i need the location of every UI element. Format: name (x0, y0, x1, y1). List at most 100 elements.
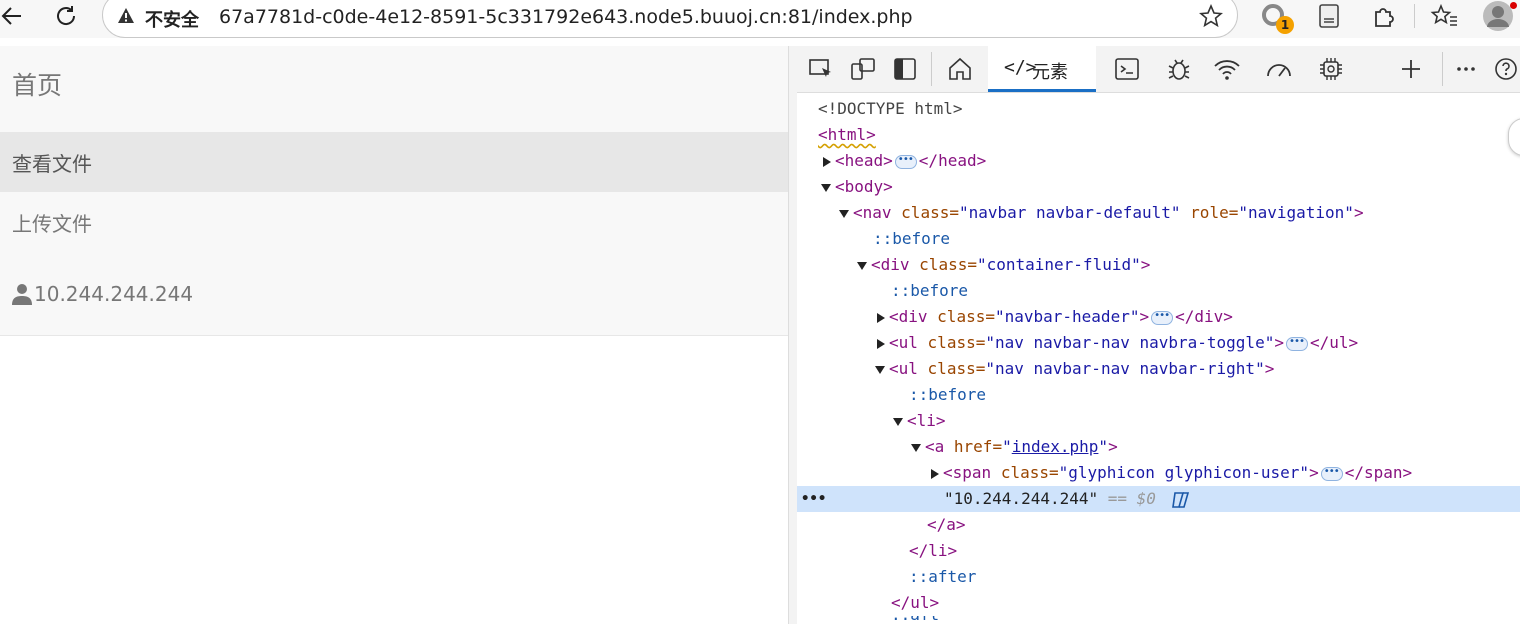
nav-tag: <nav (853, 203, 892, 222)
devtools-panel: </> 元素 <!DOCTYPE html> <html> <head>••• … (797, 46, 1520, 624)
attr-name: role= (1190, 203, 1239, 222)
expand-triangle-icon[interactable] (877, 338, 885, 349)
collapsed-ellipsis-icon[interactable] (1285, 329, 1308, 355)
dom-node-html[interactable]: <html> (797, 122, 1520, 148)
span-close-tag: </span> (1344, 463, 1413, 482)
dom-node-li-close[interactable]: </li> (797, 538, 1520, 564)
collapse-triangle-icon[interactable] (911, 443, 921, 452)
device-emulation-button[interactable] (849, 55, 877, 83)
dom-node-span[interactable]: <span class="glyphicon glyphicon-user"> <… (797, 459, 1520, 486)
collapse-triangle-icon[interactable] (839, 209, 849, 218)
dom-node-body[interactable]: <body> (797, 174, 1520, 200)
tag-close-bracket: > (1309, 463, 1319, 482)
user-ip-link[interactable]: 10.244.244.244 (12, 282, 193, 306)
dom-node-ul-right[interactable]: <ul class="nav navbar-nav navbar-right"> (797, 356, 1520, 382)
attr-value: "container-fluid" (976, 255, 1141, 274)
collapse-triangle-icon[interactable] (821, 183, 831, 192)
notification-dot (1510, 2, 1517, 9)
favorites-button[interactable] (1428, 0, 1460, 32)
address-bar[interactable]: 不安全 67a7781d-c0de-4e12-8591-5c331792e643… (102, 0, 1238, 38)
tab-network[interactable] (1213, 55, 1241, 83)
tab-memory[interactable] (1317, 55, 1345, 83)
reload-icon (57, 6, 76, 25)
dock-side-button[interactable] (891, 55, 919, 83)
document-icon (1319, 4, 1339, 28)
collapse-triangle-icon[interactable] (893, 417, 903, 426)
toolbar-separator (931, 52, 932, 86)
more-tabs-button[interactable] (1397, 55, 1425, 83)
dom-node-ul-toggle[interactable]: <ul class="nav navbar-nav navbra-toggle"… (797, 329, 1520, 356)
copilot-icon[interactable] (1170, 490, 1192, 510)
url-text[interactable]: 67a7781d-c0de-4e12-8591-5c331792e643.nod… (219, 6, 913, 28)
user-ip-text: 10.244.244.244 (34, 282, 194, 306)
dom-node-li[interactable]: <li> (797, 408, 1520, 434)
dom-node-ul-close[interactable]: </ul> (797, 590, 1520, 616)
tag-close-bracket: > (1108, 437, 1118, 456)
puzzle-icon (1375, 8, 1394, 27)
warning-icon (118, 8, 134, 23)
dom-node-a-close[interactable]: </a> (797, 512, 1520, 538)
favorite-star-icon[interactable] (1199, 4, 1223, 28)
tab-sources[interactable] (1165, 55, 1193, 83)
collapse-triangle-icon[interactable] (875, 365, 885, 374)
active-tab-indicator (988, 89, 1096, 92)
dom-node-a[interactable]: <a href="index.php"> (797, 434, 1520, 460)
back-button[interactable] (0, 0, 28, 32)
dom-node-text-selected[interactable]: ••• "10.244.244.244" == $0 (797, 486, 1520, 512)
nav-item-view-files[interactable]: 查看文件 (0, 132, 788, 192)
devtools-toolbar: </> 元素 (797, 46, 1520, 93)
expand-triangle-icon[interactable] (823, 156, 831, 167)
reading-view-button[interactable] (1313, 0, 1345, 32)
dom-node-before[interactable]: ::before (797, 382, 1520, 408)
expand-triangle-icon[interactable] (877, 312, 885, 323)
dom-node-partial[interactable]: ::aft (797, 616, 1520, 624)
expand-triangle-icon[interactable] (931, 468, 939, 479)
toolbar-separator (1414, 4, 1415, 28)
dom-node-container[interactable]: <div class="container-fluid"> (797, 252, 1520, 278)
collapsed-ellipsis-icon[interactable] (894, 147, 917, 173)
dom-node-doctype[interactable]: <!DOCTYPE html> (797, 96, 1520, 122)
tag-close-bracket: > (1353, 203, 1364, 222)
help-icon (1495, 58, 1517, 80)
dom-node-after[interactable]: ::after (797, 564, 1520, 590)
attr-name: class= (927, 333, 986, 352)
dom-node-before[interactable]: ::before (797, 278, 1520, 304)
dom-node-navbar-header[interactable]: <div class="navbar-header"> </div> (797, 303, 1520, 330)
help-button[interactable] (1492, 55, 1520, 83)
navbar-brand[interactable]: 首页 (12, 66, 62, 102)
tag-close-bracket: > (1140, 255, 1151, 274)
tab-console[interactable] (1113, 55, 1141, 83)
navbar: 首页 查看文件 上传文件 10.244.244.244 (0, 46, 788, 336)
dom-node-head[interactable]: <head> </head> (797, 147, 1520, 174)
attr-quote: " (1098, 437, 1109, 456)
body-open-tag: <body> (835, 177, 893, 196)
collapsed-ellipsis-icon[interactable] (1320, 459, 1343, 485)
devtools-menu-button[interactable] (1452, 55, 1480, 83)
tab-elements[interactable]: </> 元素 (988, 46, 1096, 92)
href-link[interactable]: index.php (1012, 437, 1099, 456)
div-tag: <div (889, 307, 928, 326)
collapsed-ellipsis-icon[interactable] (1151, 303, 1174, 329)
console-icon (1115, 58, 1139, 80)
security-label[interactable]: 不安全 (145, 6, 199, 32)
dom-node-before[interactable]: ::before (797, 226, 1520, 252)
tab-welcome[interactable] (946, 55, 974, 83)
pseudo-element: ::before (909, 385, 987, 404)
attr-name: class= (919, 255, 977, 274)
tab-performance[interactable] (1265, 55, 1293, 83)
plus-icon (1402, 60, 1420, 78)
devtools-splitter[interactable] (788, 46, 797, 624)
ul-tag: <ul (889, 359, 918, 378)
inspect-button[interactable] (807, 55, 835, 83)
reload-button[interactable] (50, 0, 82, 32)
attr-value: "glyphicon glyphicon-user" (1058, 463, 1310, 482)
pseudo-element: ::aft (891, 616, 939, 624)
attr-name: class= (1000, 463, 1059, 482)
dom-node-nav[interactable]: <nav class="navbar navbar-default" role=… (797, 200, 1520, 226)
nav-item-label: 查看文件 (12, 152, 92, 176)
attr-value: "nav navbar-nav navbar-right" (985, 359, 1265, 378)
nav-item-upload-file[interactable]: 上传文件 (0, 192, 788, 252)
collapse-triangle-icon[interactable] (857, 261, 867, 270)
extensions-button[interactable] (1368, 0, 1400, 32)
node-actions-icon[interactable]: ••• (801, 486, 826, 512)
